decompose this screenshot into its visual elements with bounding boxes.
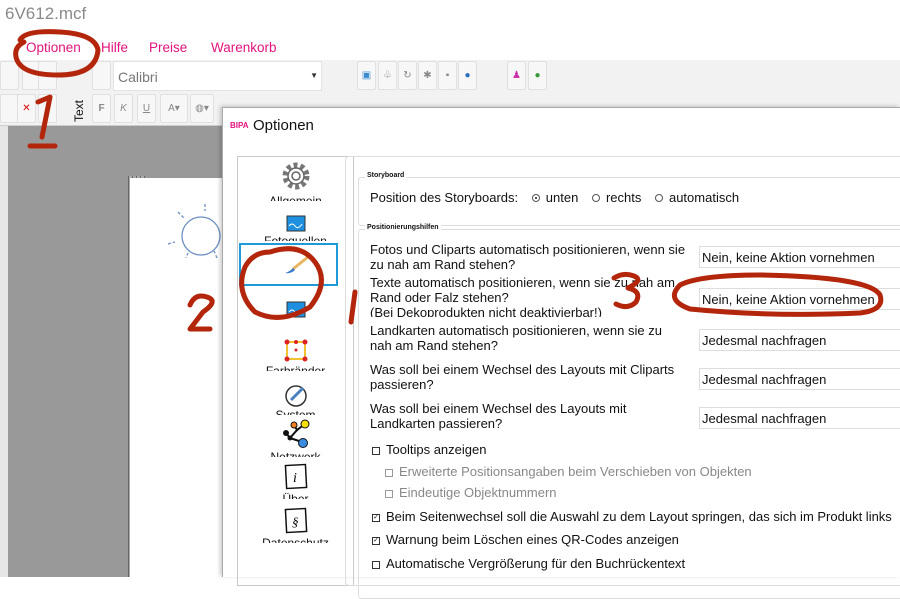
positioning-group: Positionierungshilfen Fotos und Cliparts… — [358, 224, 900, 599]
options-sidebar: Allgemein Fotoquellen Farbränder System … — [237, 156, 354, 586]
radio-label: automatisch — [668, 190, 740, 205]
underline-button[interactable]: U — [137, 94, 156, 123]
radio-rechts[interactable] — [591, 194, 600, 203]
layer-icon[interactable] — [38, 61, 57, 90]
layout-change-maps-select[interactable]: Jedesmal nachfragen — [699, 407, 900, 429]
sidebar-item-netzwerk[interactable]: Netzwerk — [238, 419, 353, 457]
sidebar-item-ueber[interactable]: i Über — [238, 463, 353, 499]
sidebar-item-system[interactable]: System — [238, 383, 353, 415]
option-question: Fotos und Cliparts automatisch positioni… — [370, 242, 686, 272]
group-label: Storyboard — [365, 172, 407, 179]
font-color-icon[interactable]: A▾ — [160, 94, 188, 123]
delete-icon[interactable]: ✕ — [17, 94, 36, 123]
window-title: 6V612.mcf — [5, 4, 87, 23]
add-map-icon[interactable]: ● — [528, 61, 547, 90]
sidebar-label: System — [275, 408, 316, 415]
sidebar-label: Allgemein — [269, 194, 322, 201]
sidebar-label: Fotoquellen — [264, 234, 327, 241]
photo-icon — [286, 215, 305, 232]
option-question: Texte automatisch positionieren, wenn si… — [370, 275, 675, 317]
auto-position-texts-select[interactable]: Nein, keine Aktion vornehmen — [699, 288, 900, 310]
sidebar-label: Über — [282, 492, 309, 499]
arrange-icon[interactable] — [0, 61, 19, 90]
font-value: Calibri — [118, 69, 158, 85]
book-page — [130, 178, 222, 577]
text-image-icon[interactable] — [92, 61, 111, 90]
network-icon — [282, 419, 309, 448]
dialog-title: Optionen — [253, 117, 314, 134]
menu-hilfe[interactable]: Hilfe — [101, 40, 128, 55]
frame-icon — [284, 339, 307, 362]
selected-item-highlight — [239, 243, 338, 286]
scrollbar[interactable] — [0, 126, 8, 577]
svg-text:§: § — [292, 514, 299, 529]
sidebar-label: Datenschutz — [262, 536, 329, 543]
gear-icon — [282, 162, 309, 190]
shadow-icon[interactable]: ▪ — [438, 61, 457, 90]
paragraph-icon: § — [284, 507, 307, 534]
rotate-icon[interactable]: ↻ — [398, 61, 417, 90]
info-icon: i — [284, 463, 307, 490]
checkbox-object-numbers[interactable]: Eindeutige Objektnummern — [385, 485, 557, 500]
sidebar-item-datenschutz[interactable]: § Datenschutz — [238, 507, 353, 543]
checkbox-qr-warning[interactable]: ✓ Warnung beim Löschen eines QR-Codes anz… — [372, 532, 679, 547]
auto-position-maps-select[interactable]: Jedesmal nachfragen — [699, 329, 900, 351]
option-question: Was soll bei einem Wechsel des Layouts m… — [370, 362, 675, 392]
globe-icon[interactable]: ● — [458, 61, 477, 90]
bold-button[interactable]: F — [92, 94, 111, 123]
font-select[interactable]: Calibri ▼ — [113, 61, 322, 91]
checkbox-extended-positions[interactable]: Erweiterte Positionsangaben beim Verschi… — [385, 464, 752, 479]
layout-change-cliparts-select[interactable]: Jedesmal nachfragen — [699, 368, 900, 390]
layer-icon[interactable] — [38, 94, 57, 123]
storyboard-group: Storyboard Position des Storyboards: unt… — [358, 172, 900, 226]
auto-position-photos-select[interactable]: Nein, keine Aktion vornehmen — [699, 246, 900, 268]
storyboard-label: Position des Storyboards: — [370, 190, 519, 205]
radio-automatisch[interactable] — [654, 194, 663, 203]
menu-optionen[interactable]: Optionen — [26, 40, 81, 55]
svg-text:i: i — [293, 471, 297, 486]
options-dialog: BIPA Optionen Allgemein Fotoquellen Farb… — [222, 107, 900, 599]
text-tab[interactable]: Text — [72, 100, 86, 122]
bipa-logo: BIPA — [230, 121, 249, 130]
add-image-icon[interactable]: ▣ — [357, 61, 376, 90]
photo-icon — [286, 301, 305, 318]
sidebar-item-farbraender[interactable]: Farbränder — [238, 339, 353, 371]
radio-label: rechts — [605, 190, 642, 205]
option-question: Was soll bei einem Wechsel des Layouts m… — [370, 401, 627, 431]
clipart-icon[interactable]: ♧ — [378, 61, 397, 90]
fill-color-icon[interactable]: ◍▾ — [190, 94, 214, 123]
checkbox-spine-text[interactable]: Automatische Vergrößerung für den Buchrü… — [372, 556, 685, 571]
checkbox-layout-jump[interactable]: ✓ Beim Seitenwechsel soll die Auswahl zu … — [372, 509, 892, 524]
radio-unten[interactable] — [531, 194, 540, 203]
chevron-down-icon: ▼ — [310, 71, 318, 80]
system-icon — [284, 385, 307, 407]
checkbox-tooltips[interactable]: Tooltips anzeigen — [372, 442, 486, 457]
sidebar-item-fotos[interactable] — [238, 301, 353, 319]
menu-preise[interactable]: Preise — [149, 40, 187, 55]
menu-warenkorb[interactable]: Warenkorb — [211, 40, 277, 55]
options-panel: Storyboard Position des Storyboards: unt… — [345, 156, 900, 599]
group-label: Positionierungshilfen — [365, 224, 441, 231]
option-question: Landkarten automatisch positionieren, we… — [370, 323, 662, 353]
effects-icon[interactable]: ✱ — [418, 61, 437, 90]
sun-clipart-icon — [167, 204, 221, 261]
person-icon[interactable]: ♟ — [507, 61, 526, 90]
italic-button[interactable]: K — [114, 94, 133, 123]
sidebar-item-allgemein[interactable]: Allgemein — [238, 159, 353, 201]
sidebar-label: Netzwerk — [270, 450, 321, 457]
sidebar-label: Farbränder — [265, 364, 326, 371]
radio-label: unten — [545, 190, 579, 205]
sidebar-item-fotoquellen[interactable]: Fotoquellen — [238, 215, 353, 241]
